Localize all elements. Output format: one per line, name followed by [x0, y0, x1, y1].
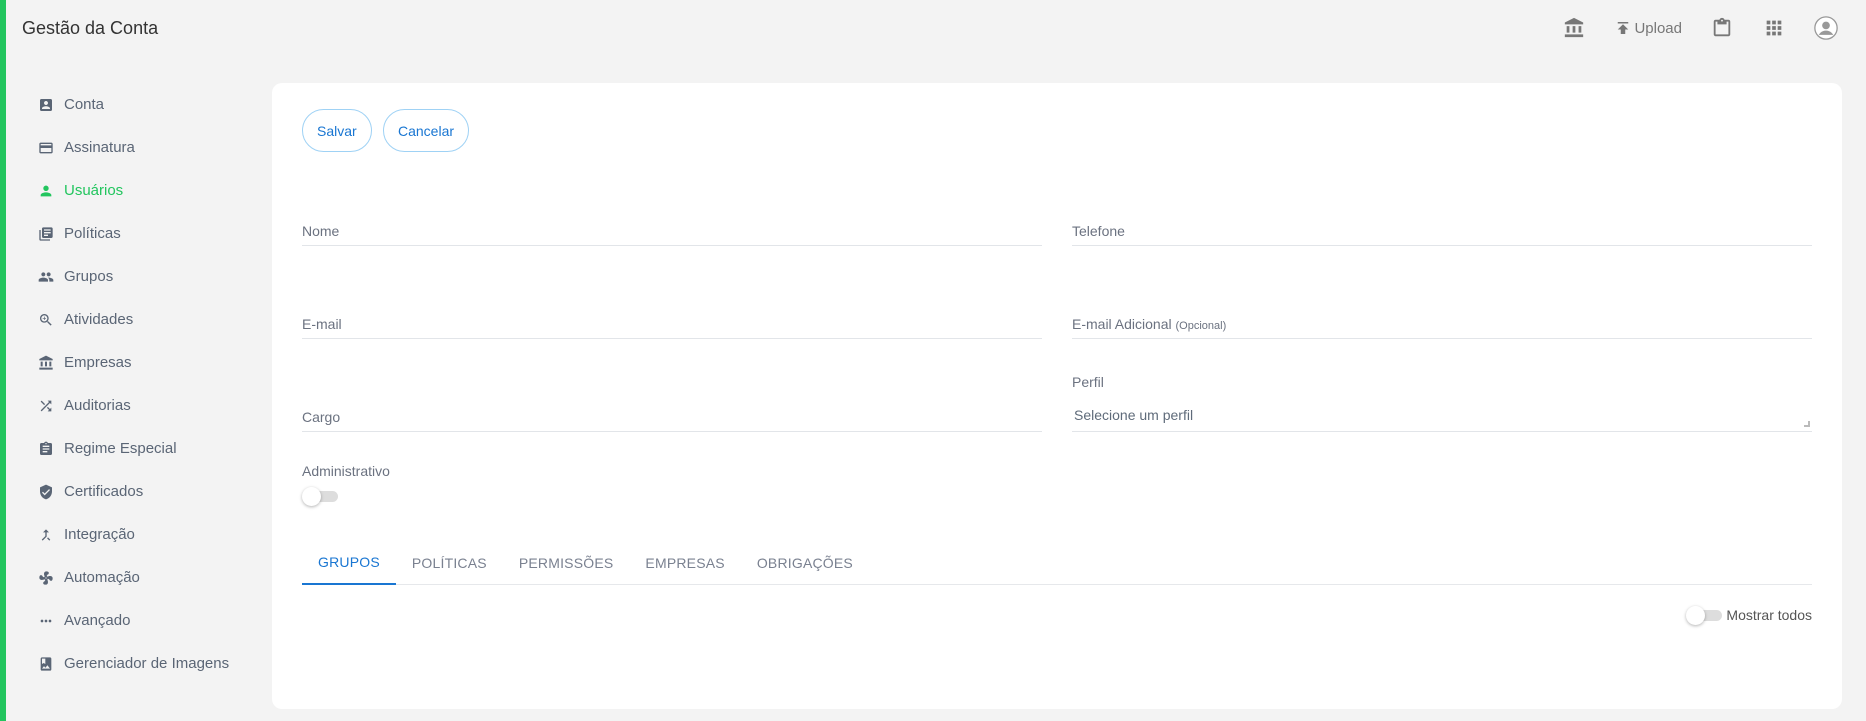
tab-politicas[interactable]: POLÍTICAS: [396, 541, 503, 585]
sidebar-item-label: Regime Especial: [64, 440, 177, 457]
sidebar-item-label: Certificados: [64, 483, 144, 500]
user-tabs: GRUPOS POLÍTICAS PERMISSÕES EMPRESAS OBR…: [302, 541, 1812, 585]
telefone-field[interactable]: Telefone: [1072, 213, 1812, 246]
upload-icon: [1618, 22, 1629, 34]
clipboard-icon[interactable]: [1710, 16, 1734, 40]
sidebar-item-label: Empresas: [64, 354, 132, 371]
email-field[interactable]: E-mail: [302, 306, 1042, 339]
sidebar-item-regime-especial[interactable]: Regime Especial: [6, 427, 268, 470]
sidebar-item-label: Assinatura: [64, 139, 135, 156]
sidebar-nav: Conta Assinatura Usuários Políticas Grup…: [6, 83, 268, 685]
perfil-select[interactable]: Selecione um perfil: [1072, 399, 1812, 432]
sidebar-item-empresas[interactable]: Empresas: [6, 341, 268, 384]
sidebar-item-conta[interactable]: Conta: [6, 83, 268, 126]
person-icon: [40, 185, 52, 196]
sidebar-item-grupos[interactable]: Grupos: [6, 255, 268, 298]
sidebar-item-label: Conta: [64, 96, 105, 113]
tab-obrigacoes[interactable]: OBRIGAÇÕES: [741, 541, 869, 585]
assignment-icon: [40, 441, 52, 455]
sidebar-item-usuarios[interactable]: Usuários: [6, 169, 268, 212]
show-all-label: Mostrar todos: [1726, 607, 1812, 623]
merge-icon: [41, 528, 51, 541]
administrativo-toggle[interactable]: [302, 487, 338, 506]
nome-field[interactable]: Nome: [302, 213, 1042, 246]
tab-empresas[interactable]: EMPRESAS: [629, 541, 740, 585]
sidebar-item-politicas[interactable]: Políticas: [6, 212, 268, 255]
more-horiz-icon: [40, 619, 52, 622]
sidebar-item-atividades[interactable]: Atividades: [6, 298, 268, 341]
sidebar-item-certificados[interactable]: Certificados: [6, 470, 268, 513]
show-all-control: Mostrar todos: [1686, 606, 1812, 625]
sidebar-item-label: Integração: [64, 526, 135, 543]
toggle-knob: [1686, 606, 1706, 625]
sidebar-item-label: Atividades: [64, 311, 134, 328]
sidebar-item-label: Usuários: [64, 182, 124, 199]
verified-shield-icon: [40, 484, 52, 499]
sidebar-item-avancado[interactable]: Avançado: [6, 599, 268, 642]
library-books-icon: [39, 226, 53, 241]
account-circle-icon[interactable]: [1814, 16, 1838, 40]
email-adicional-text: E-mail Adicional: [1072, 316, 1172, 332]
email-adicional-label: E-mail Adicional (Opcional): [1072, 316, 1226, 332]
header-actions: Upload: [1562, 16, 1850, 40]
nome-label: Nome: [302, 223, 340, 239]
zoom-in-icon: [40, 313, 52, 326]
sidebar-item-label: Gerenciador de Imagens: [64, 655, 230, 672]
sidebar-item-automacao[interactable]: Automação: [6, 556, 268, 599]
bank-icon: [39, 355, 53, 370]
tab-grupos[interactable]: GRUPOS: [302, 541, 396, 585]
sidebar-item-gerenciador-de-imagens[interactable]: Gerenciador de Imagens: [6, 642, 268, 685]
fan-icon: [39, 570, 53, 585]
user-form-card: Salvar Cancelar Nome Telefone E-mail E-m…: [272, 83, 1842, 709]
sidebar-item-label: Grupos: [64, 268, 114, 285]
toggle-knob: [302, 487, 321, 506]
sidebar-item-label: Avançado: [64, 612, 131, 629]
cargo-label: Cargo: [302, 409, 341, 425]
cargo-field[interactable]: Cargo: [302, 399, 1042, 432]
account-box-icon: [40, 98, 52, 111]
upload-button[interactable]: Upload: [1614, 19, 1682, 37]
tab-permissoes[interactable]: PERMISSÕES: [503, 541, 630, 585]
sidebar-item-label: Automação: [64, 569, 140, 586]
opcional-hint: (Opcional): [1175, 320, 1227, 332]
page-title: Gestão da Conta: [22, 17, 159, 38]
sidebar-item-label: Políticas: [64, 225, 121, 242]
email-label: E-mail: [302, 316, 342, 332]
perfil-select-value: Selecione um perfil: [1074, 407, 1194, 423]
administrativo-label: Administrativo: [302, 463, 390, 479]
sidebar-item-label: Auditorias: [64, 397, 131, 414]
app-header: Gestão da Conta Upload: [6, 0, 1866, 56]
apps-grid-icon[interactable]: [1762, 16, 1786, 40]
photo-album-icon: [40, 656, 52, 671]
sidebar-item-integracao[interactable]: Integração: [6, 513, 268, 556]
sidebar-item-assinatura[interactable]: Assinatura: [6, 126, 268, 169]
sidebar-item-auditorias[interactable]: Auditorias: [6, 384, 268, 427]
save-button[interactable]: Salvar: [302, 109, 372, 152]
credit-card-icon: [39, 142, 53, 153]
upload-label: Upload: [1634, 19, 1682, 37]
show-all-toggle[interactable]: [1686, 606, 1723, 625]
email-adicional-field[interactable]: E-mail Adicional (Opcional): [1072, 306, 1812, 339]
cancel-button[interactable]: Cancelar: [383, 109, 470, 152]
people-icon: [38, 271, 54, 282]
perfil-label: Perfil: [1072, 374, 1104, 390]
resize-grip-icon: [1804, 421, 1810, 427]
bank-icon[interactable]: [1562, 16, 1586, 40]
telefone-label: Telefone: [1072, 223, 1125, 239]
shuffle-icon: [40, 400, 52, 411]
